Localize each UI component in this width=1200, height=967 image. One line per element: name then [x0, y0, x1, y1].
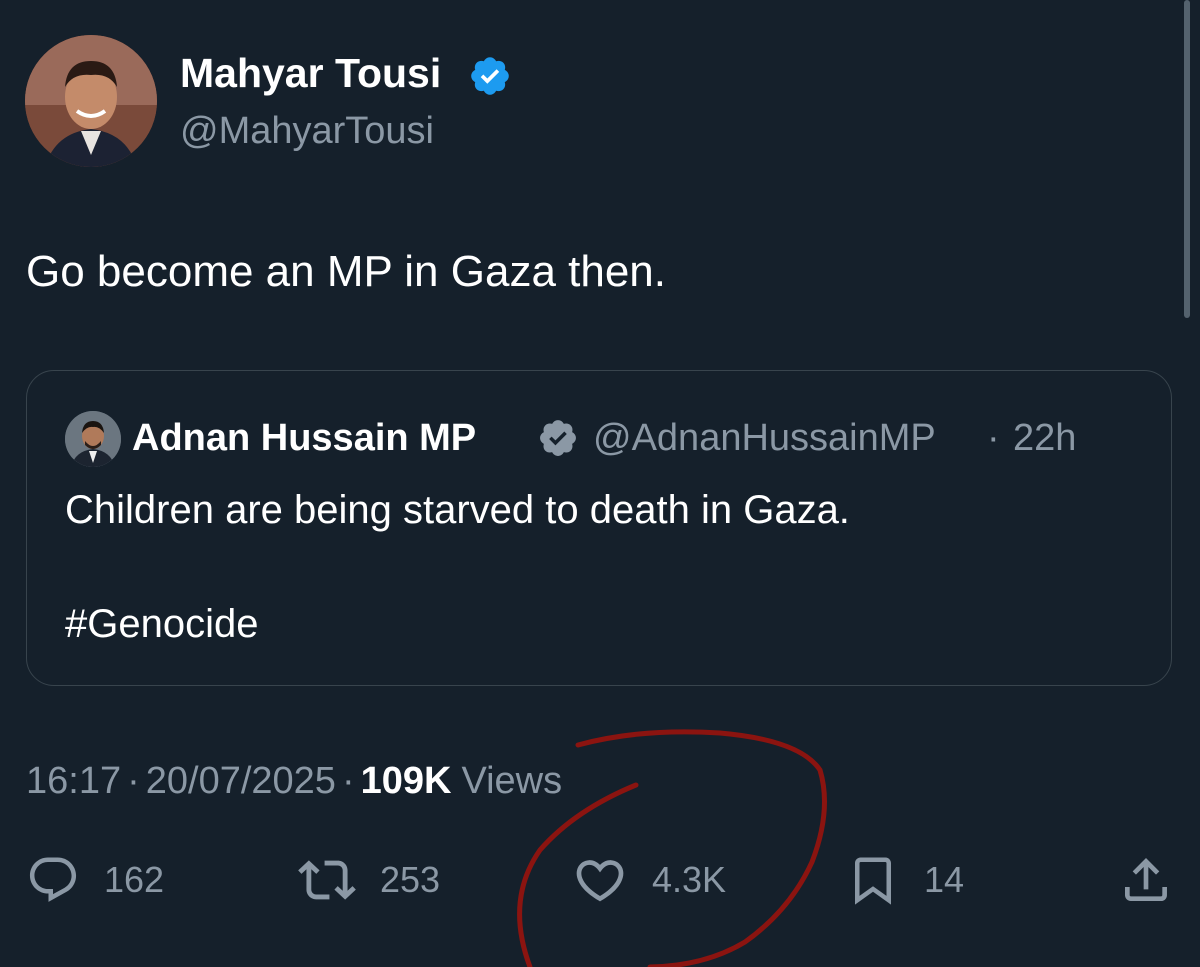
share-button[interactable] [1118, 852, 1174, 908]
reply-count: 162 [104, 859, 165, 900]
repost-count: 253 [380, 859, 441, 900]
like-count: 4.3K [652, 859, 727, 900]
bookmark-button[interactable]: 14 [846, 852, 964, 908]
separator-dot: · [987, 417, 1000, 459]
views-label: Views [461, 760, 563, 802]
verified-badge-icon [537, 417, 579, 459]
quoted-author-name[interactable]: Adnan Hussain MP [132, 415, 476, 461]
author-name[interactable]: Mahyar Tousi [180, 48, 441, 98]
quoted-author-handle[interactable]: @AdnanHussainMP [593, 415, 936, 461]
author-avatar[interactable] [25, 35, 157, 167]
repost-button[interactable]: 253 [298, 852, 440, 908]
bookmark-count: 14 [924, 859, 965, 900]
share-icon [1125, 858, 1167, 901]
separator-dot: · [341, 760, 355, 802]
bookmark-icon [855, 857, 891, 905]
reply-button[interactable]: 162 [26, 852, 164, 908]
quoted-tweet-text: Children are being starved to death in G… [65, 488, 850, 532]
like-button[interactable]: 4.3K [572, 852, 726, 908]
tweet-text: Go become an MP in Gaza then. [26, 247, 666, 296]
hashtag-link[interactable]: #Genocide [65, 599, 258, 649]
views-count: 109K [360, 760, 452, 802]
scrollbar[interactable] [1184, 0, 1190, 318]
quoted-author-avatar[interactable] [65, 411, 121, 467]
quoted-tweet-card[interactable]: Adnan Hussain MP @AdnanHussainMP · 22h C… [26, 370, 1172, 686]
author-handle[interactable]: @MahyarTousi [180, 108, 434, 154]
separator-dot: · [127, 760, 140, 802]
repost-icon [298, 860, 356, 900]
reply-icon [29, 857, 77, 902]
tweet-time[interactable]: 16:17 [26, 760, 121, 802]
verified-badge-icon [468, 54, 512, 98]
tweet-date[interactable]: 20/07/2025 [146, 760, 336, 802]
tweet-metadata: 16:17 · 20/07/2025 · 109K Views [26, 756, 562, 806]
heart-icon [576, 860, 624, 902]
quoted-timestamp[interactable]: 22h [1013, 415, 1076, 461]
